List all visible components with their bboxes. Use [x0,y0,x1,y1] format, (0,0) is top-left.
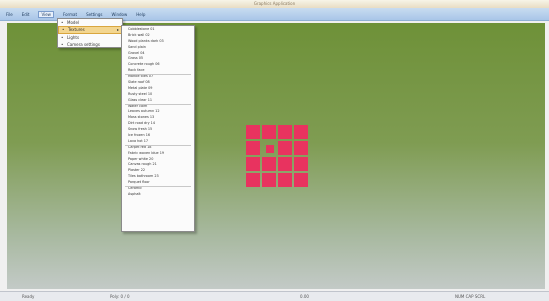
logo-square [246,125,260,139]
dropdown-item-label: Textures [68,27,85,32]
menu-item-window[interactable]: Window [111,12,127,17]
logo-square [246,141,260,155]
3d-viewport[interactable] [7,23,545,289]
bullet-icon: • [62,27,65,32]
logo-square [294,141,308,155]
logo-square [266,145,274,153]
logo-square [294,125,308,139]
dropdown-item[interactable]: • Camera settings [58,41,122,48]
dropdown-item-label: Camera settings [67,42,100,47]
dropdown-menu: • Model • Textures ▸ • Lights • Camera settings [57,18,123,48]
bullet-icon: • [61,42,64,47]
dropdown-item[interactable]: • Textures ▸ [58,26,122,34]
submenu-item[interactable]: Asphalt [122,192,194,198]
dropdown-item-label: Lights [67,35,80,40]
menu-item-file[interactable]: File [6,12,13,17]
dropdown-item[interactable]: • Lights [58,34,122,41]
logo-square [278,125,292,139]
status-keys: NUM CAP SCRL [455,294,486,299]
menu-separator [125,103,191,105]
logo-square [246,173,260,187]
menu-item-format[interactable]: Format [63,12,77,17]
status-value: 0.00 [300,294,309,299]
submenu-arrow-icon: ▸ [116,27,119,32]
menu-item-settings[interactable]: Settings [86,12,102,17]
status-text: Ready [22,294,35,299]
logo-square [246,157,260,171]
window-title: Graphics Application [253,1,296,6]
bullet-icon: • [61,20,64,25]
logo-square [262,173,276,187]
submenu-list: Cobblestone 01 Brick wall 02 Wood planks d… [122,27,194,198]
dropdown-item[interactable]: • Model [58,19,122,26]
title-bar: Graphics Application [0,0,549,8]
dropdown-item-label: Model [67,20,80,25]
menu-separator [125,145,191,146]
logo-square [262,157,276,171]
menu-item-help[interactable]: Help [136,12,145,17]
menu-separator [125,74,191,76]
logo-square [278,157,292,171]
logo-square [262,125,276,139]
bullet-icon: • [61,35,64,40]
logo-square [278,173,292,187]
menu-item-edit[interactable]: Edit [22,12,30,17]
submenu-textures: Cobblestone 01 Brick wall 02 Wood planks d… [121,25,195,232]
menu-separator [125,186,191,188]
status-poly: Poly: 0 / 0 [110,294,130,299]
logo-square [294,173,308,187]
logo-square [294,157,308,171]
menu-item-view[interactable]: View [38,10,54,18]
logo-square [278,141,292,155]
